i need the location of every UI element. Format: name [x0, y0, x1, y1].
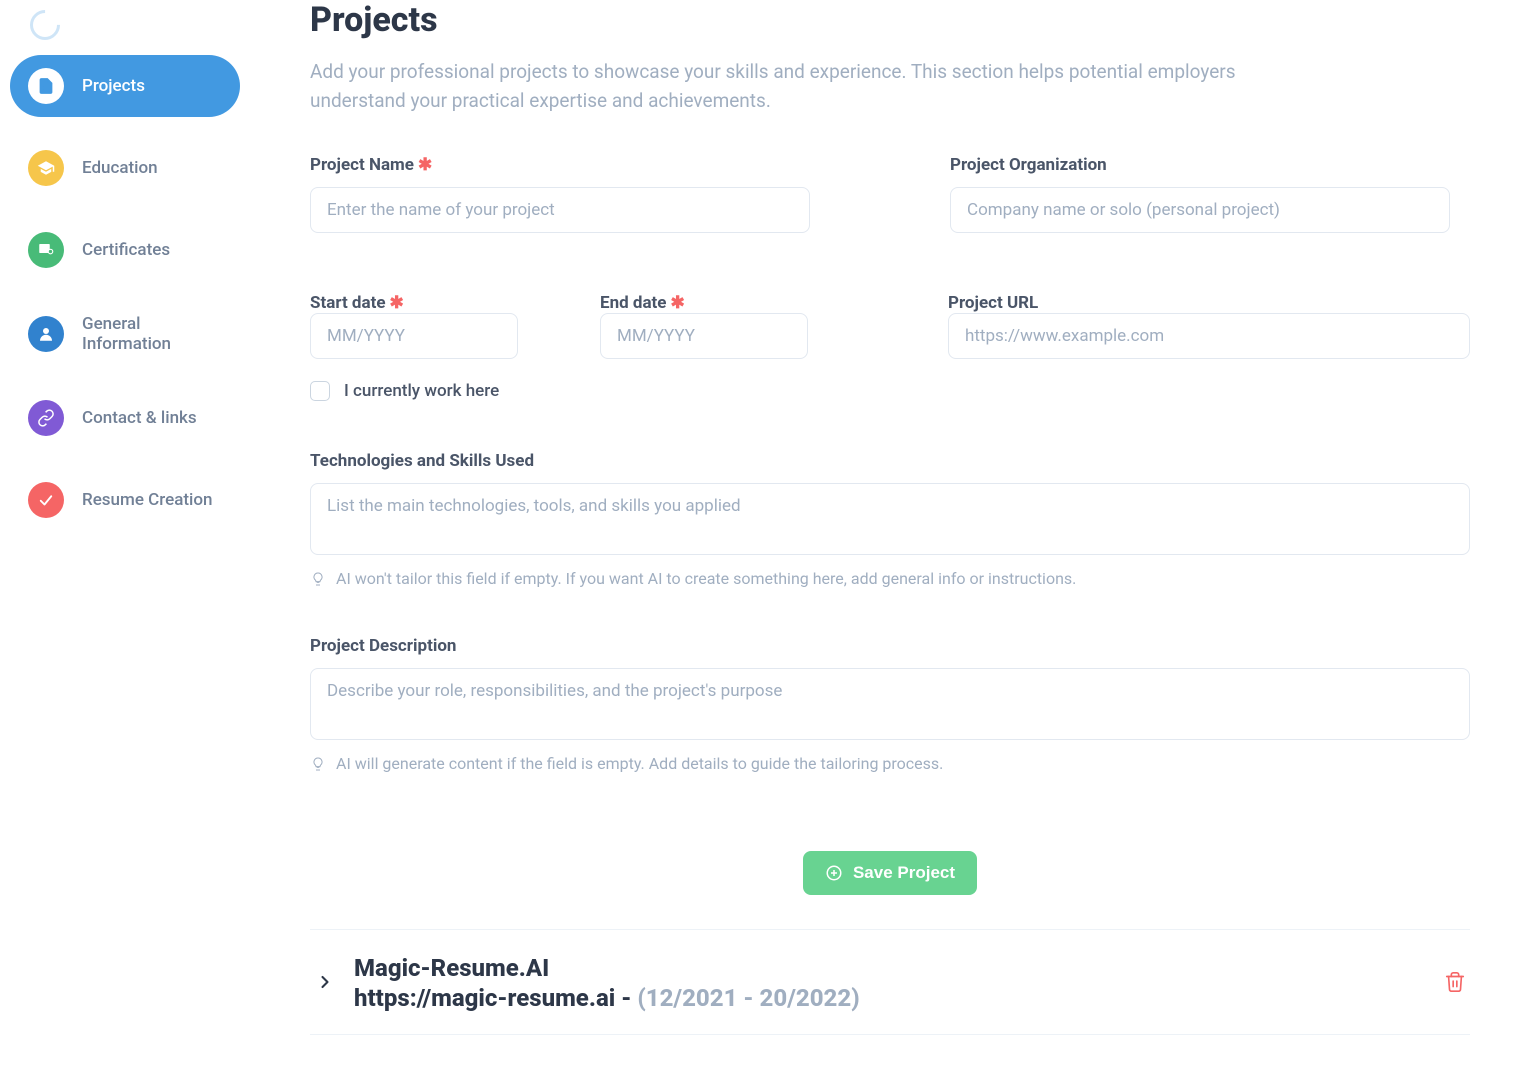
main-content: Projects Add your professional projects … — [250, 0, 1530, 1075]
sidebar: Projects Education Certificates General … — [0, 0, 250, 1075]
start-date-label: Start date✱ — [310, 293, 404, 313]
description-input[interactable] — [310, 668, 1470, 740]
currently-work-checkbox[interactable] — [310, 381, 330, 401]
description-label: Project Description — [310, 636, 1470, 656]
check-icon — [28, 482, 64, 518]
plus-circle-icon — [825, 864, 843, 882]
lightbulb-icon — [310, 571, 326, 587]
chevron-right-icon[interactable] — [314, 971, 336, 993]
saved-project-text: Magic-Resume.AI https://magic-resume.ai … — [354, 952, 1426, 1012]
end-date-label: End date✱ — [600, 293, 685, 313]
sidebar-item-label: Contact & links — [82, 408, 197, 428]
trash-icon[interactable] — [1444, 971, 1466, 993]
project-org-label: Project Organization — [950, 155, 1450, 175]
start-date-input[interactable] — [310, 313, 518, 359]
sidebar-item-label: General Information — [82, 314, 222, 354]
currently-work-label: I currently work here — [344, 381, 499, 401]
project-name-input[interactable] — [310, 187, 810, 233]
sidebar-item-resume[interactable]: Resume Creation — [10, 469, 240, 531]
technologies-hint: AI won't tailor this field if empty. If … — [310, 569, 1470, 588]
graduation-cap-icon — [28, 150, 64, 186]
project-url-label: Project URL — [948, 293, 1038, 313]
certificate-icon — [28, 232, 64, 268]
person-icon — [28, 316, 64, 352]
end-date-input[interactable] — [600, 313, 808, 359]
sidebar-item-certificates[interactable]: Certificates — [10, 219, 240, 281]
sidebar-item-projects[interactable]: Projects — [10, 55, 240, 117]
project-url-input[interactable] — [948, 313, 1470, 359]
sidebar-item-education[interactable]: Education — [10, 137, 240, 199]
sidebar-item-contact[interactable]: Contact & links — [10, 387, 240, 449]
sidebar-item-label: Projects — [82, 76, 145, 96]
document-icon — [28, 68, 64, 104]
project-org-input[interactable] — [950, 187, 1450, 233]
page-title: Projects — [310, 0, 1470, 40]
sidebar-item-label: Resume Creation — [82, 490, 212, 510]
project-name-label: Project Name✱ — [310, 155, 810, 175]
page-subtitle: Add your professional projects to showca… — [310, 58, 1330, 115]
saved-project-row[interactable]: Magic-Resume.AI https://magic-resume.ai … — [310, 930, 1470, 1034]
logo — [24, 4, 66, 46]
sidebar-item-general[interactable]: General Information — [10, 301, 240, 367]
sidebar-item-label: Education — [82, 158, 158, 178]
saved-project-subtitle: https://magic-resume.ai - (12/2021 - 20/… — [354, 984, 1426, 1012]
save-project-button[interactable]: Save Project — [803, 851, 977, 895]
description-hint: AI will generate content if the field is… — [310, 754, 1470, 773]
sidebar-item-label: Certificates — [82, 240, 170, 260]
divider — [310, 1034, 1470, 1035]
link-icon — [28, 400, 64, 436]
technologies-label: Technologies and Skills Used — [310, 451, 1470, 471]
lightbulb-icon — [310, 756, 326, 772]
technologies-input[interactable] — [310, 483, 1470, 555]
saved-project-title: Magic-Resume.AI — [354, 952, 1426, 984]
